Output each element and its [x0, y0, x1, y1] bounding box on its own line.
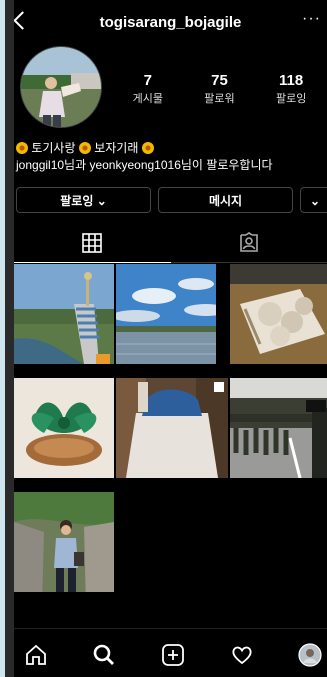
post-thumbnail[interactable]: [230, 378, 327, 478]
post-thumbnail[interactable]: [116, 264, 216, 364]
bio-text-part: 토기사랑: [31, 141, 76, 155]
bio-line-1: 토기사랑 보자기래: [16, 140, 327, 157]
suggested-dropdown-button[interactable]: ⌄: [300, 187, 327, 213]
followers-count[interactable]: 75 팔로워: [184, 72, 254, 106]
profile-username: togisarang_bojagile: [99, 14, 242, 31]
home-icon[interactable]: [24, 643, 48, 667]
tab-tagged[interactable]: [170, 224, 327, 263]
post-thumbnail[interactable]: [14, 492, 114, 592]
profile-actions: 팔로잉 ⌄ 메시지 ⌄: [16, 187, 327, 213]
top-bar: togisarang_bojagile ···: [14, 8, 327, 38]
followed-by-text[interactable]: jonggil10님과 yeonkyeong1016님이 팔로우합니다: [16, 157, 327, 174]
post-thumbnail[interactable]: [14, 378, 114, 478]
photo-soldiers-march: [230, 378, 327, 478]
grid-icon: [82, 233, 103, 253]
add-post-icon[interactable]: [161, 643, 185, 667]
photo-woman-rockwall: [14, 492, 114, 592]
stat-label: 팔로잉: [275, 93, 307, 105]
search-icon[interactable]: [92, 643, 116, 667]
posts-count[interactable]: 7 게시물: [113, 72, 183, 106]
photo-fabric-flowers: [230, 264, 327, 364]
message-button[interactable]: 메시지: [158, 187, 293, 213]
profile-tabs: [14, 224, 327, 263]
stat-label: 게시물: [132, 93, 164, 105]
profile-stats: 7 게시물 75 팔로워 118 팔로잉: [112, 72, 327, 106]
sunflower-icon: [16, 142, 28, 154]
bio-text-part: 보자기래: [94, 141, 139, 155]
post-thumbnail[interactable]: [14, 264, 114, 364]
stat-value: 7: [143, 72, 152, 89]
instagram-profile-screen: togisarang_bojagile ··· 7 게시물 75 팔로워 118: [14, 0, 327, 677]
heart-icon[interactable]: [230, 643, 254, 667]
following-button[interactable]: 팔로잉 ⌄: [16, 187, 151, 213]
sunflower-icon: [141, 142, 154, 154]
tab-grid[interactable]: [14, 224, 171, 263]
bottom-nav: [14, 628, 327, 677]
photo-statue-stairs: [14, 264, 114, 364]
photo-blue-bundle: [116, 378, 228, 478]
stat-value: 75: [211, 72, 228, 89]
tagged-icon: [239, 232, 258, 252]
more-icon[interactable]: ···: [302, 10, 321, 28]
phone-frame: togisarang_bojagile ··· 7 게시물 75 팔로워 118: [5, 0, 327, 677]
photo-lake-sky: [116, 264, 216, 364]
sunflower-icon: [78, 142, 91, 154]
profile-avatar[interactable]: [20, 46, 102, 128]
post-thumbnail[interactable]: [116, 378, 228, 478]
stat-label: 팔로워: [204, 93, 235, 105]
post-thumbnail[interactable]: [230, 264, 327, 364]
following-count[interactable]: 118 팔로잉: [256, 72, 326, 106]
stat-value: 118: [279, 72, 304, 89]
photo-green-bojagi: [14, 378, 114, 478]
profile-bio: 토기사랑 보자기래 jonggil10님과 yeonkyeong1016님이 팔…: [16, 140, 327, 174]
profile-avatar-icon[interactable]: [298, 643, 322, 667]
